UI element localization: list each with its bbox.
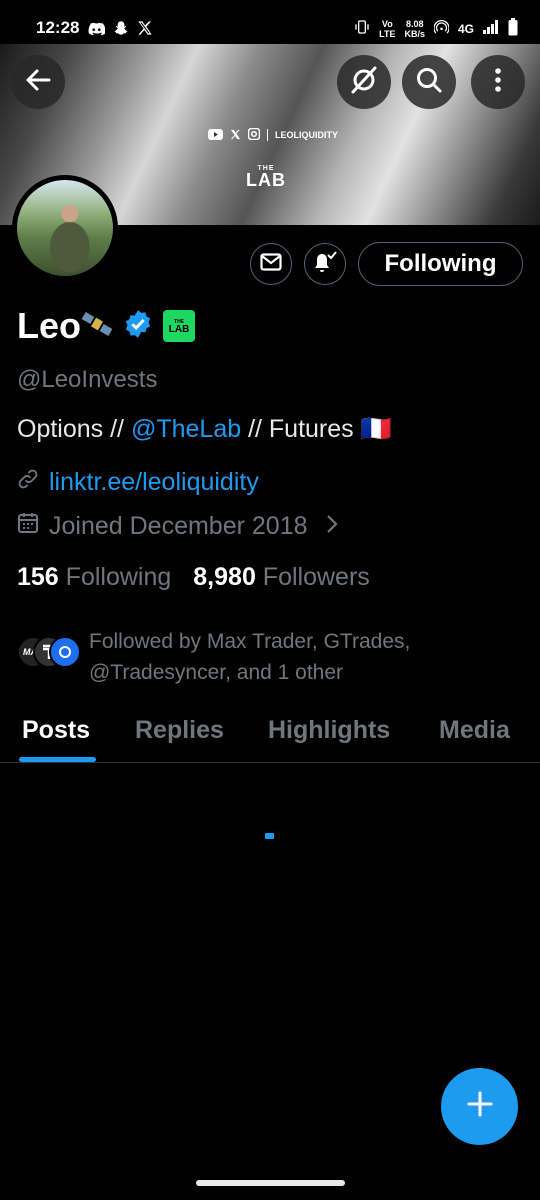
link-icon: [17, 468, 39, 497]
youtube-icon: [208, 128, 223, 142]
profile-avatar[interactable]: [12, 175, 118, 281]
net-speed: 8.08 KB/s: [404, 19, 425, 39]
followers-label: Followers: [262, 563, 370, 591]
grok-icon: [349, 65, 379, 100]
volte-label: Vo: [381, 18, 393, 29]
volte-indicator: Vo LTE: [379, 19, 395, 39]
compose-button[interactable]: [441, 1068, 518, 1145]
display-name: Leo: [17, 305, 82, 346]
satellite-emoji-icon: [81, 310, 113, 343]
website-link[interactable]: linktr.ee/leoliquidity: [49, 468, 259, 497]
calendar-icon: [17, 512, 39, 541]
tab-highlights[interactable]: Highlights: [268, 716, 390, 745]
message-button[interactable]: [250, 243, 292, 285]
verified-icon[interactable]: [123, 309, 153, 344]
vibrate-icon: [354, 19, 370, 38]
followers-count: 8,980: [193, 563, 256, 591]
banner-lab-logo: THE LAB: [246, 165, 286, 190]
back-button[interactable]: [11, 55, 65, 109]
joined-date[interactable]: Joined December 2018: [17, 512, 338, 541]
banner-logo-main: LAB: [246, 170, 286, 190]
avatar-tradesyncer: [49, 636, 81, 668]
badge-main-text: LAB: [168, 324, 190, 335]
banner-socials: LEOLIQUIDITY: [208, 127, 338, 142]
hotspot-icon: [433, 19, 450, 38]
mail-icon: [260, 252, 282, 276]
divider: [267, 129, 268, 141]
search-button[interactable]: [402, 55, 456, 109]
joined-text: Joined December 2018: [49, 512, 308, 540]
network-type: 4G: [457, 21, 474, 36]
status-bar: 12:28 Vo LTE 8.08 KB/s 4G: [0, 0, 540, 44]
snapchat-icon: [113, 20, 129, 41]
signal-icon: [483, 20, 499, 37]
following-label: Following: [65, 563, 172, 591]
tab-replies[interactable]: Replies: [135, 716, 224, 745]
avatar-photo: [17, 180, 113, 276]
loading-indicator: [265, 833, 274, 839]
back-arrow-icon: [25, 68, 51, 97]
compose-plus-icon: [466, 1090, 494, 1123]
profile-tabs: Posts Replies Highlights Media: [0, 712, 540, 763]
grok-button[interactable]: [337, 55, 391, 109]
bio-text-2: // Futures 🇫🇷: [241, 415, 392, 443]
x-logo-icon: [137, 20, 153, 41]
lte-label: LTE: [379, 28, 396, 39]
x-logo-icon: [230, 129, 241, 142]
home-indicator[interactable]: [196, 1180, 345, 1186]
notifications-button[interactable]: [304, 243, 346, 285]
net-speed-value: 8.08: [405, 18, 424, 29]
tab-media[interactable]: Media: [439, 716, 510, 745]
tab-posts[interactable]: Posts: [22, 716, 90, 745]
battery-icon: [508, 18, 518, 39]
more-icon: [494, 67, 502, 98]
search-icon: [415, 66, 443, 99]
follow-counts: 156 Following 8,980 Followers: [17, 563, 370, 592]
net-speed-unit: KB/s: [404, 28, 425, 39]
chevron-right-icon: [326, 512, 338, 541]
followed-by[interactable]: MAX Followed by Max Trader, GTrades, @Tr…: [17, 626, 469, 688]
profile-website[interactable]: linktr.ee/leoliquidity: [17, 468, 259, 497]
following-count-link[interactable]: 156 Following: [17, 563, 171, 592]
name-row: Leo THE LAB: [17, 305, 196, 347]
instagram-icon: [247, 127, 261, 142]
active-tab-indicator: [19, 757, 96, 762]
following-button[interactable]: Following: [358, 242, 523, 286]
status-right-icons: Vo LTE 8.08 KB/s 4G: [354, 18, 518, 39]
more-button[interactable]: [471, 55, 525, 109]
following-count: 156: [17, 563, 59, 591]
status-time: 12:28: [36, 18, 80, 37]
profile-handle: @LeoInvests: [17, 366, 158, 393]
followed-by-text: Followed by Max Trader, GTrades, @Trades…: [89, 630, 411, 684]
status-left-icons: [88, 20, 153, 41]
affiliate-badge[interactable]: THE LAB: [163, 310, 196, 342]
followers-count-link[interactable]: 8,980 Followers: [193, 563, 370, 592]
followed-by-avatars: MAX: [17, 636, 81, 676]
bio-mention-link[interactable]: @TheLab: [131, 415, 241, 443]
bio-text-1: Options //: [17, 415, 131, 443]
banner-handle: LEOLIQUIDITY: [275, 130, 338, 140]
bell-icon: [312, 250, 338, 279]
discord-icon: [88, 21, 106, 41]
profile-bio: Options // @TheLab // Futures 🇫🇷: [17, 415, 392, 444]
